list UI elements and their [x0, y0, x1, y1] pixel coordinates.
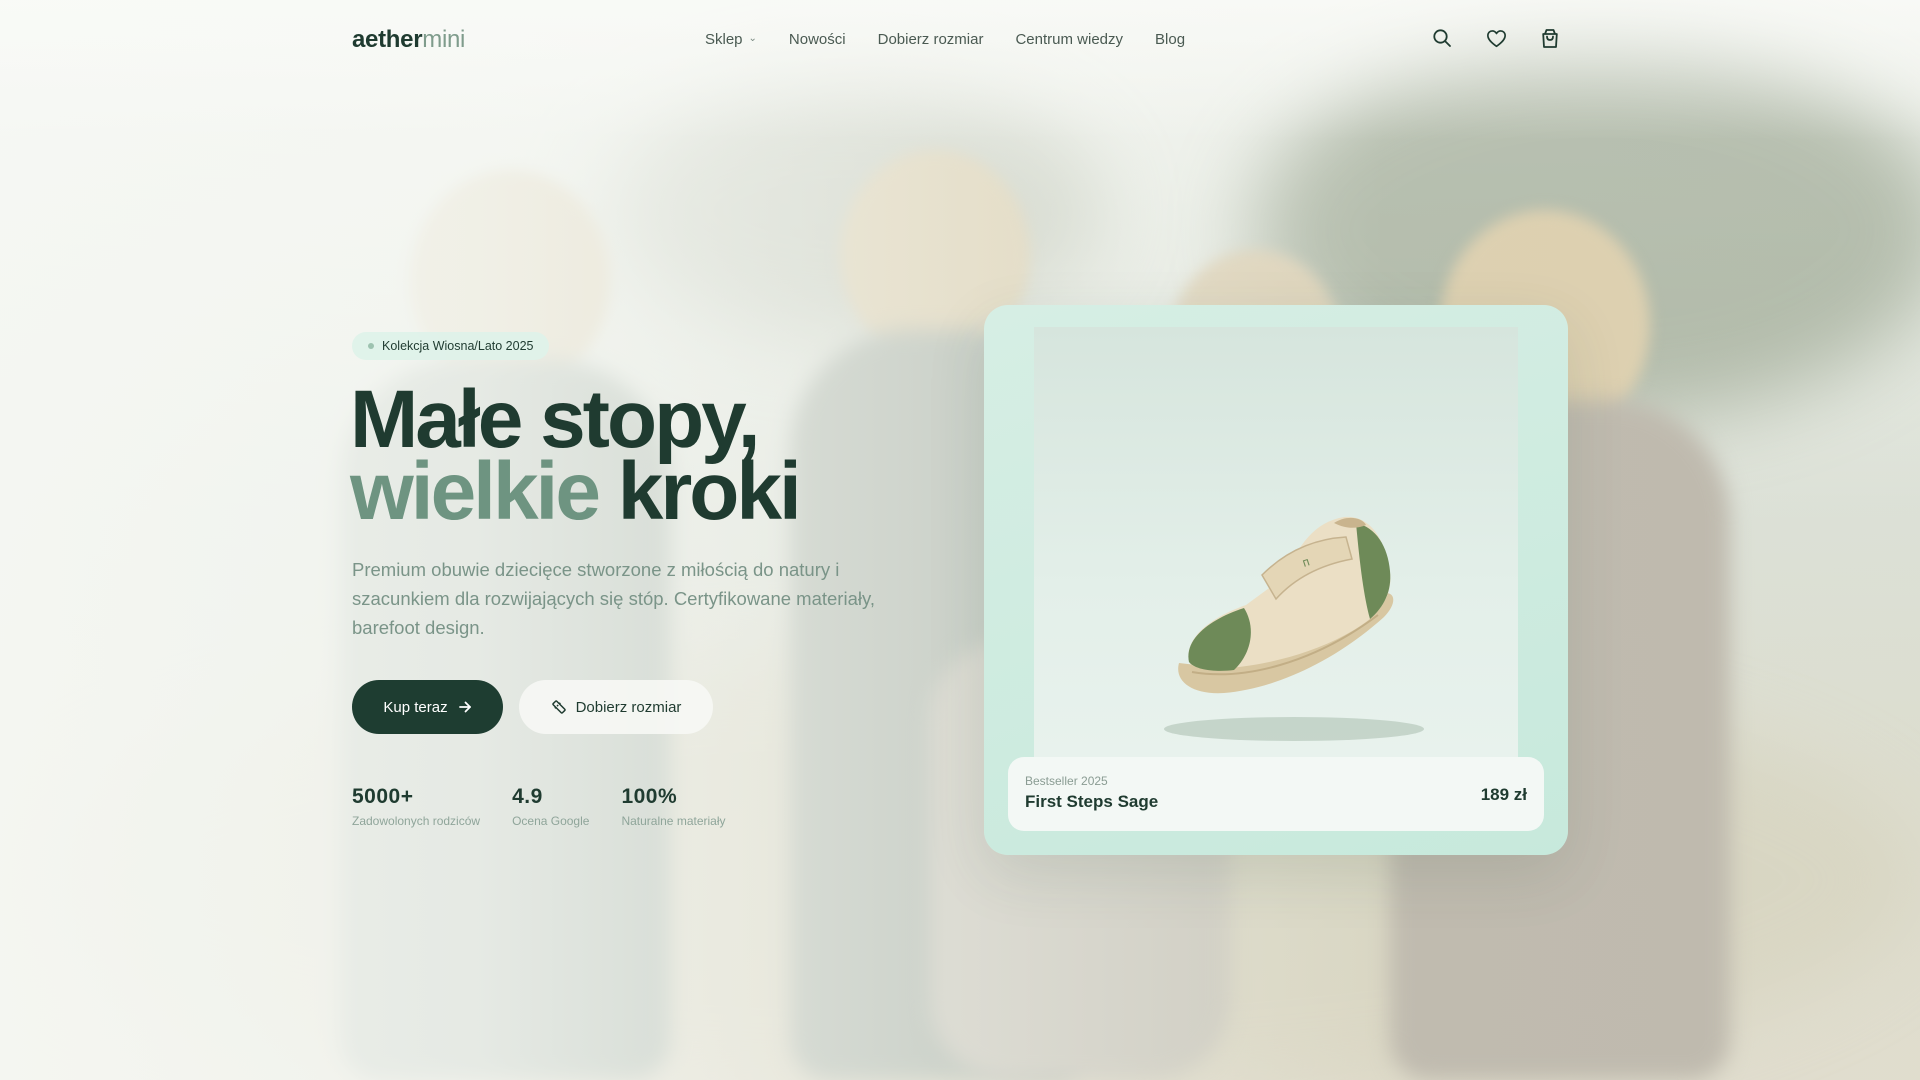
stat-label: Naturalne materiały [621, 814, 726, 828]
site-header: aethermini Sklep ⌄ Nowości Dobierz rozmi… [0, 0, 1920, 80]
nav-item-label: Blog [1155, 31, 1186, 48]
size-finder-button[interactable]: Dobierz rozmiar [519, 680, 713, 734]
shopping-bag-icon[interactable] [1539, 27, 1561, 49]
header-actions [1431, 27, 1561, 49]
product-image: ᴨ [1034, 327, 1518, 757]
nav-item-centrum-wiedzy[interactable]: Centrum wiedzy [1015, 31, 1123, 48]
stat-item: 4.9 Ocena Google [512, 784, 589, 828]
nav-item-label: Nowości [788, 31, 846, 48]
arrow-right-icon [458, 701, 471, 713]
main-nav: Sklep ⌄ Nowości Dobierz rozmiar Centrum … [705, 31, 1185, 48]
chevron-down-icon: ⌄ [748, 33, 757, 44]
collection-badge: Kolekcja Wiosna/Lato 2025 [352, 332, 550, 360]
nav-item-label: Dobierz rozmiar [877, 31, 984, 48]
search-icon[interactable] [1431, 27, 1453, 49]
ruler-icon [551, 700, 566, 714]
brand-logo-part-2: mini [422, 26, 466, 53]
buy-now-label: Kup teraz [383, 698, 448, 716]
hero-title-line-2: wielkie kroki [350, 451, 802, 533]
nav-item-label: Sklep [705, 31, 743, 48]
nav-item-label: Centrum wiedzy [1015, 31, 1124, 48]
size-finder-label: Dobierz rozmiar [575, 698, 682, 716]
brand-logo-part-1: aether [352, 26, 423, 53]
featured-product-card[interactable]: ᴨ Bestseller 2025 First Steps Sage 189 z… [984, 305, 1568, 855]
stats-row: 5000+ Zadowolonych rodziców 4.9 Ocena Go… [352, 784, 726, 828]
nav-item-nowosci[interactable]: Nowości [789, 31, 846, 48]
product-name: First Steps Sage [1025, 792, 1159, 811]
hero-description: Premium obuwie dziecięce stworzone z mił… [352, 559, 875, 638]
stat-label: Ocena Google [512, 814, 590, 828]
product-kicker: Bestseller 2025 [1025, 774, 1108, 788]
stat-label: Zadowolonych rodziców [352, 814, 481, 828]
nav-item-dobierz-rozmiar[interactable]: Dobierz rozmiar [878, 31, 984, 48]
nav-item-sklep[interactable]: Sklep ⌄ [705, 31, 757, 48]
badge-label: Kolekcja Wiosna/Lato 2025 [382, 339, 534, 353]
heart-icon[interactable] [1485, 27, 1507, 49]
product-info: Bestseller 2025 First Steps Sage 189 zł [1008, 757, 1544, 831]
hero-title-accent: wielkie [350, 446, 601, 537]
stat-item: 100% Naturalne materiały [621, 784, 725, 828]
shoe-image: ᴨ [1164, 516, 1424, 741]
badge-dot [368, 343, 374, 349]
product-price: 189 zł [1480, 785, 1527, 804]
hero-background-photo [0, 0, 1920, 1080]
brand-logo[interactable]: aethermini [352, 26, 465, 54]
stat-value: 4.9 [512, 785, 543, 808]
stat-value: 5000+ [352, 785, 414, 808]
buy-now-button[interactable]: Kup teraz [352, 680, 503, 734]
nav-item-blog[interactable]: Blog [1155, 31, 1185, 48]
stat-value: 100% [621, 785, 678, 808]
hero-title-line-2-rest: kroki [617, 446, 802, 537]
stat-item: 5000+ Zadowolonych rodziców [352, 784, 480, 828]
hero-title: Małe stopy, wielkie kroki [350, 379, 802, 533]
